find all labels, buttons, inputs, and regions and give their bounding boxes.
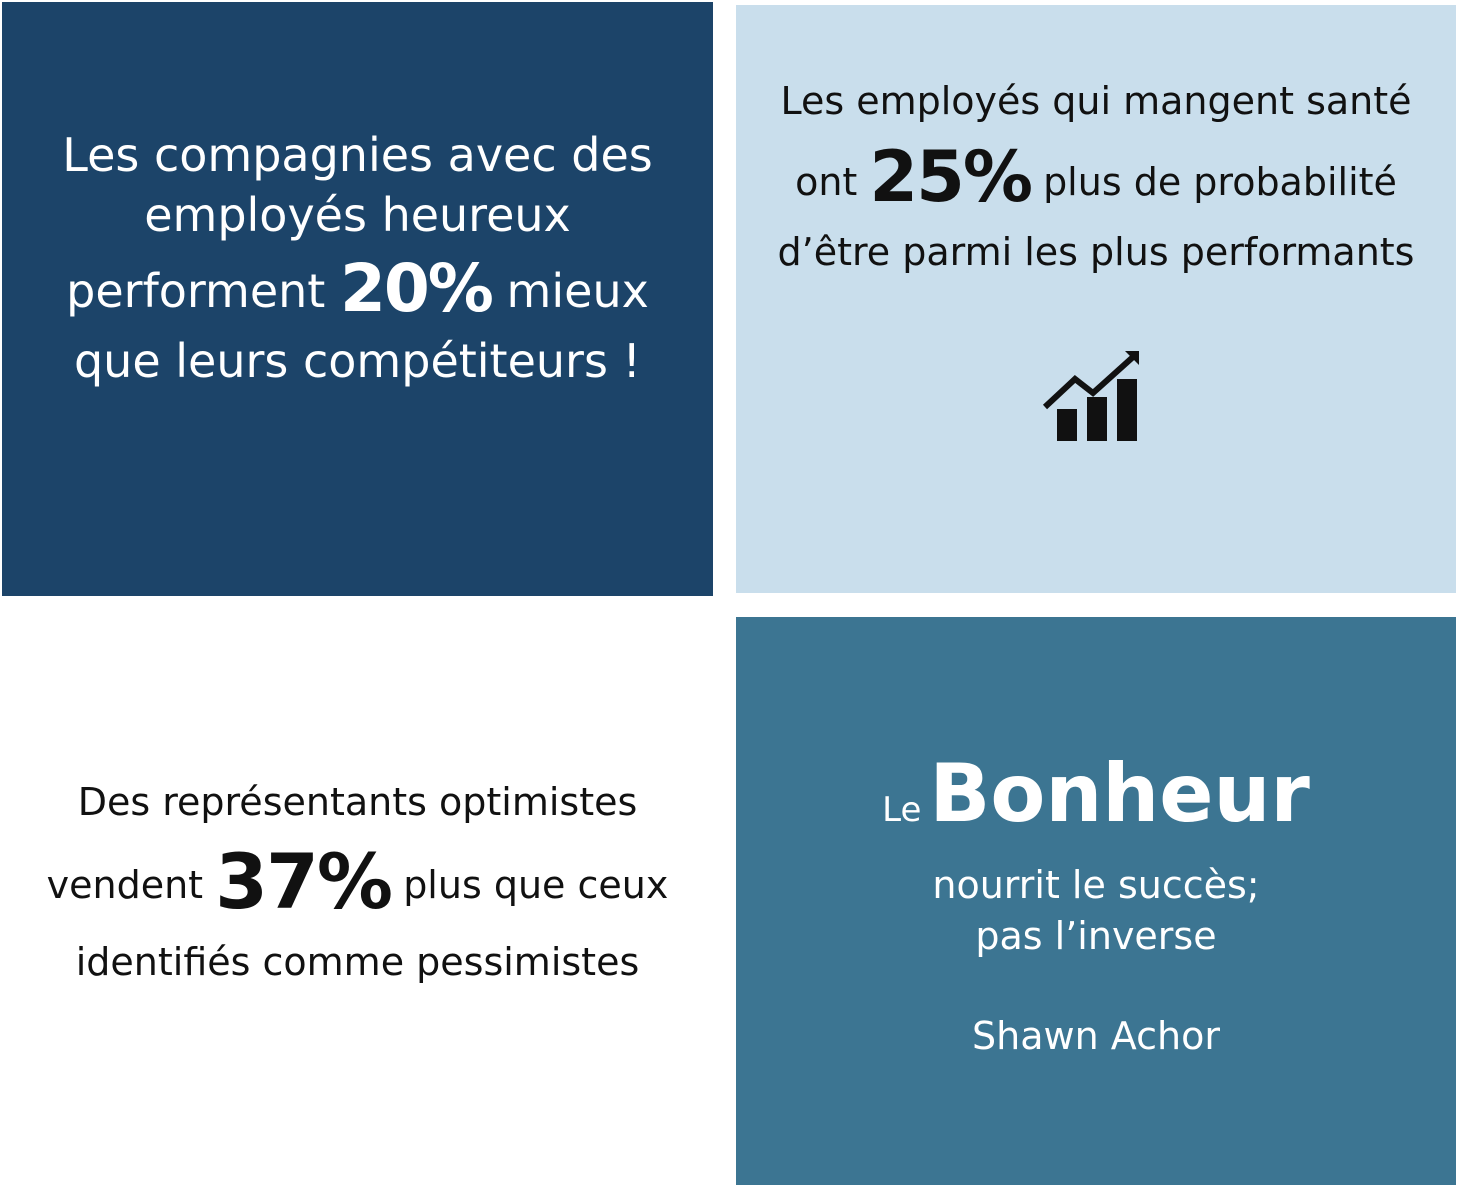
br-bonheur: Bonheur xyxy=(929,747,1310,841)
br-line-3: pas l’inverse xyxy=(975,914,1217,959)
br-le: Le xyxy=(882,790,922,831)
bl-line-3: identifiés comme pessimistes xyxy=(75,939,640,984)
tr-line-1: Les employés qui mangent santé xyxy=(780,79,1412,123)
bl-line-2-before: vendent xyxy=(46,863,204,908)
br-heading: Le Bonheur xyxy=(882,740,1310,848)
tr-line-3: d’être parmi les plus performants xyxy=(777,230,1415,275)
growth-chart-icon xyxy=(1042,351,1139,442)
tl-stat: 20% xyxy=(339,250,494,327)
br-author: Shawn Achor xyxy=(972,1013,1220,1058)
tl-line-3: performent 20% mieux xyxy=(66,246,649,332)
tl-line-1: Les compagnies avec des xyxy=(62,128,653,183)
panel-happiness-quote: Le Bonheur nourrit le succès; pas l’inver… xyxy=(736,617,1456,1185)
bl-stat: 37% xyxy=(215,837,393,927)
br-line-2: nourrit le succès; xyxy=(932,863,1260,908)
tr-line-2-before: ont xyxy=(795,160,858,205)
panel-healthy-eating: Les employés qui mangent santé ont 25% p… xyxy=(736,5,1456,593)
tl-line-4: que leurs compétiteurs ! xyxy=(73,333,641,388)
tr-line-2: ont 25% plus de probabilité xyxy=(795,128,1397,226)
tr-stat: 25% xyxy=(869,136,1033,219)
bl-line-2-after: plus que ceux xyxy=(403,863,669,908)
tl-line-3-after: mieux xyxy=(506,264,649,318)
panel-optimistic-reps: Des représentants optimistes vendent 37%… xyxy=(2,620,713,1185)
tl-line-3-before: performent xyxy=(66,264,326,318)
bl-line-1: Des représentants optimistes xyxy=(77,780,638,825)
tr-line-2-after: plus de probabilité xyxy=(1043,160,1397,205)
tl-line-2: employés heureux xyxy=(144,188,571,243)
panel-happy-employees: Les compagnies avec des employés heureux… xyxy=(2,2,713,596)
bl-line-2: vendent 37% plus que ceux xyxy=(47,829,669,935)
